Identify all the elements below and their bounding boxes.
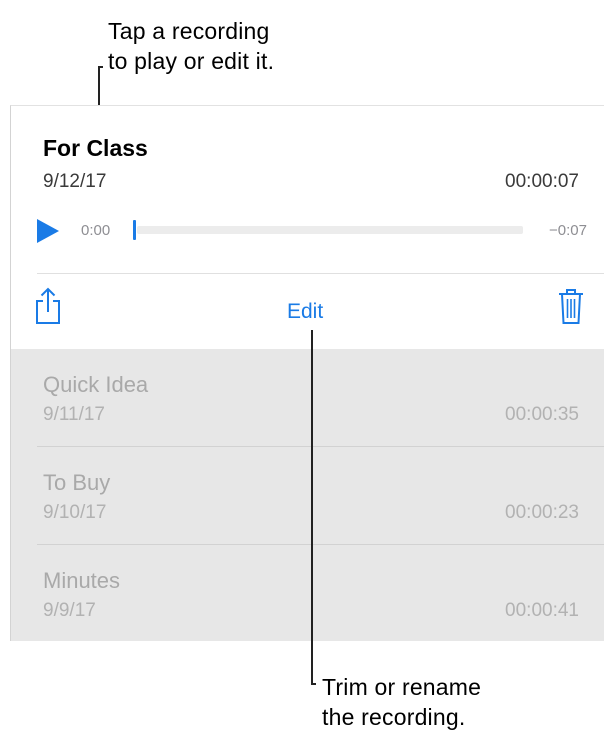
callout-top-leader-tick xyxy=(98,66,103,68)
recording-duration: 00:00:07 xyxy=(505,171,579,192)
list-item-title: Minutes xyxy=(43,568,121,593)
callout-bottom-line-2: the recording. xyxy=(322,704,466,730)
recording-date: 9/12/17 xyxy=(43,171,107,192)
recordings-panel: For Class 9/12/17 00:00:07 0:00 −0:07 Ed… xyxy=(10,105,604,641)
callout-top-line-2: to play or edit it. xyxy=(108,48,275,74)
expanded-recording[interactable]: For Class 9/12/17 00:00:07 0:00 −0:07 Ed… xyxy=(11,106,604,349)
play-icon xyxy=(37,219,59,243)
divider xyxy=(37,273,604,274)
play-button[interactable] xyxy=(37,219,59,243)
recordings-list: Quick Idea 9/11/17 00:00:35 To Buy 9/10/… xyxy=(11,349,604,641)
list-item-date: 9/11/17 xyxy=(43,404,105,425)
remaining-time: −0:07 xyxy=(549,222,587,239)
share-icon xyxy=(36,287,60,324)
playback-scrubber[interactable] xyxy=(133,220,136,240)
list-item-date: 9/9/17 xyxy=(43,600,96,621)
list-item[interactable]: To Buy 9/10/17 00:00:23 xyxy=(11,447,604,545)
list-item-date: 9/10/17 xyxy=(43,502,107,523)
recording-title: For Class xyxy=(43,135,148,161)
callout-bottom-leader-tick xyxy=(311,683,316,685)
list-item[interactable]: Quick Idea 9/11/17 00:00:35 xyxy=(11,349,604,447)
callout-top-line-1: Tap a recording xyxy=(108,18,270,44)
share-button[interactable] xyxy=(34,287,62,325)
callout-bottom-line-1: Trim or rename xyxy=(322,674,482,700)
callout-trim-rename: Trim or rename the recording. xyxy=(322,672,481,732)
trash-icon xyxy=(559,289,583,324)
elapsed-time: 0:00 xyxy=(81,222,111,239)
list-item-title: Quick Idea xyxy=(43,372,149,397)
list-item-duration: 00:00:23 xyxy=(505,502,579,523)
list-item-duration: 00:00:41 xyxy=(505,600,579,621)
callout-tap-recording: Tap a recording to play or edit it. xyxy=(108,16,274,76)
callout-bottom-leader-line xyxy=(311,330,313,683)
list-item-title: To Buy xyxy=(43,470,111,495)
playback-track[interactable] xyxy=(137,226,523,234)
list-item[interactable]: Minutes 9/9/17 00:00:41 xyxy=(11,545,604,641)
edit-button[interactable]: Edit xyxy=(287,300,323,324)
list-item-duration: 00:00:35 xyxy=(505,404,579,425)
delete-button[interactable] xyxy=(557,287,585,325)
